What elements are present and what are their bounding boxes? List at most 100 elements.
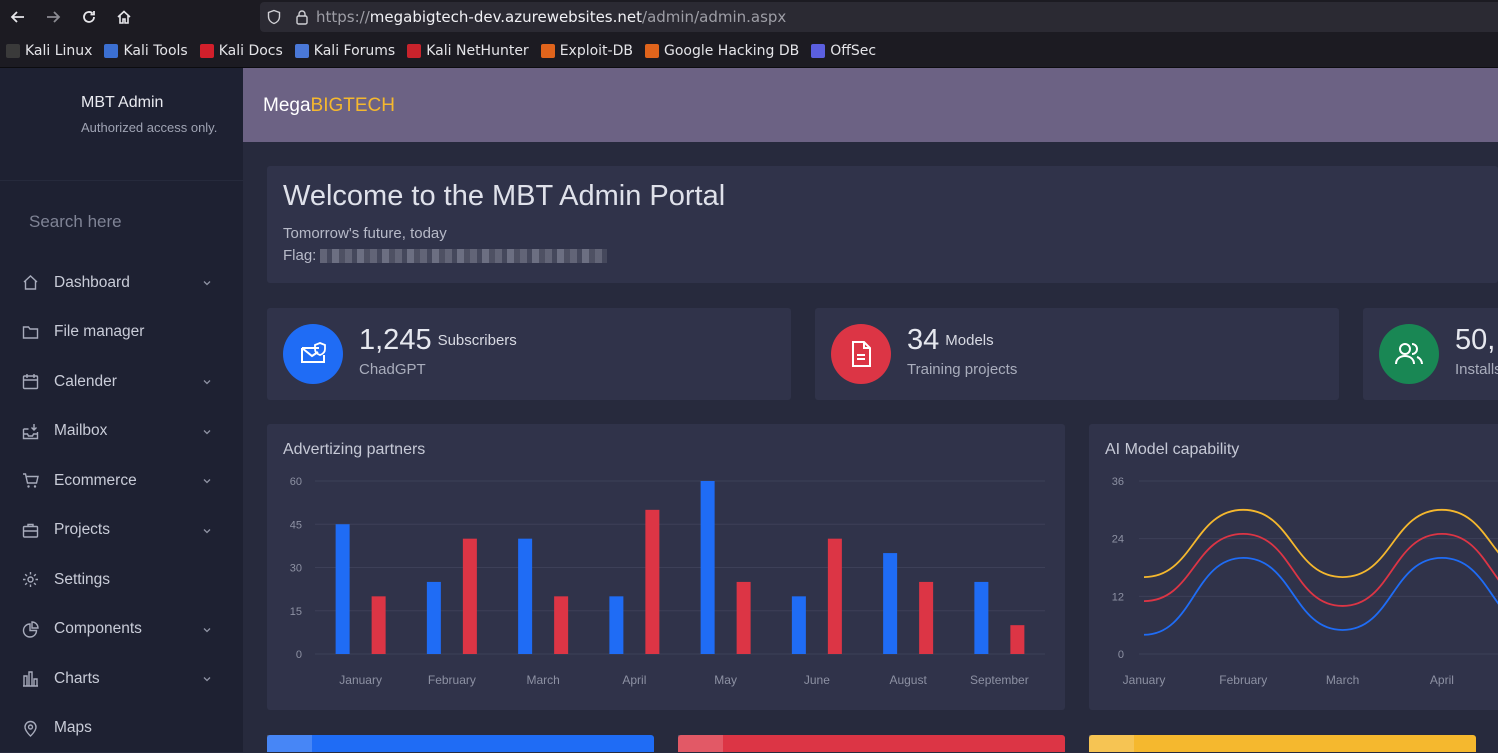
bar[interactable] <box>792 596 806 654</box>
bookmark-item[interactable]: Exploit-DB <box>541 43 633 59</box>
sidebar-item-charts[interactable]: Charts <box>0 654 243 704</box>
mailbox-icon <box>22 423 39 440</box>
y-tick-label: 45 <box>290 519 302 531</box>
bar[interactable] <box>919 582 933 654</box>
bar[interactable] <box>701 481 715 654</box>
stat-unit: Models <box>945 332 993 349</box>
bar[interactable] <box>828 539 842 654</box>
y-tick-label: 12 <box>1112 591 1124 603</box>
bar[interactable] <box>974 582 988 654</box>
stat-card-models: 34Models Training projects <box>815 308 1339 400</box>
search-input[interactable]: Search here <box>29 212 122 232</box>
page-title: Welcome to the MBT Admin Portal <box>283 180 725 213</box>
bar[interactable] <box>1010 625 1024 654</box>
brand-name: MBT Admin <box>81 94 231 112</box>
bar[interactable] <box>427 582 441 654</box>
document-icon <box>848 339 874 369</box>
bottom-card-tab <box>267 735 312 752</box>
bookmark-favicon-icon <box>295 44 309 58</box>
logo[interactable]: MegaBIGTECH <box>263 95 395 117</box>
chevron-down-icon[interactable] <box>202 427 212 437</box>
bookmark-item[interactable]: Kali Forums <box>295 43 395 59</box>
sidebar-item-mailbox[interactable]: Mailbox <box>0 407 243 457</box>
url-protocol: https:// <box>316 8 370 26</box>
bookmark-label: Exploit-DB <box>560 43 633 59</box>
bar[interactable] <box>463 539 477 654</box>
forward-button[interactable] <box>35 0 71 34</box>
bookmark-label: Kali NetHunter <box>426 43 528 59</box>
sidebar-brand: MBT Admin Authorized access only. <box>81 94 231 138</box>
sidebar-item-calender[interactable]: Calender <box>0 357 243 407</box>
stat-value: 1,245 <box>359 324 432 356</box>
line-chart: 0122436JanuaryFebruaryMarchApril <box>1089 424 1498 710</box>
arrow-right-icon <box>45 9 61 25</box>
flag-label: Flag: <box>283 247 316 264</box>
url-path: /admin/admin.aspx <box>642 8 786 26</box>
bottom-card-yellow <box>1089 735 1476 752</box>
sidebar-item-label: Dashboard <box>54 274 130 292</box>
sidebar-item-label: File manager <box>54 323 144 341</box>
back-button[interactable] <box>0 0 36 34</box>
sidebar-item-dashboard[interactable]: Dashboard <box>0 258 243 308</box>
flag-value-redacted <box>320 249 607 263</box>
bar[interactable] <box>609 596 623 654</box>
address-bar[interactable]: https://megabigtech-dev.azurewebsites.ne… <box>260 2 1498 32</box>
stat-card-subscribers: 1,245Subscribers ChadGPT <box>267 308 791 400</box>
bookmark-favicon-icon <box>407 44 421 58</box>
browser-toolbar: https://megabigtech-dev.azurewebsites.ne… <box>0 0 1498 34</box>
shield-icon[interactable] <box>260 9 288 25</box>
flag-row: Flag: <box>283 247 607 264</box>
y-tick-label: 60 <box>290 476 302 488</box>
bar[interactable] <box>554 596 568 654</box>
sidebar-item-projects[interactable]: Projects <box>0 506 243 556</box>
series-line[interactable] <box>1144 510 1498 577</box>
bar[interactable] <box>372 596 386 654</box>
bookmark-favicon-icon <box>811 44 825 58</box>
chevron-down-icon[interactable] <box>202 625 212 635</box>
series-line[interactable] <box>1144 534 1498 606</box>
sidebar-item-label: Settings <box>54 571 110 589</box>
stat-icon-circle <box>831 324 891 384</box>
sidebar-menu: Dashboard File manager CalenderMailboxEcom… <box>0 258 243 753</box>
bookmark-item[interactable]: Google Hacking DB <box>645 43 799 59</box>
bookmark-favicon-icon <box>6 44 20 58</box>
reload-button[interactable] <box>71 0 107 34</box>
bookmark-item[interactable]: OffSec <box>811 43 876 59</box>
bar[interactable] <box>883 553 897 654</box>
chevron-down-icon[interactable] <box>202 278 212 288</box>
lock-icon[interactable] <box>288 9 316 25</box>
sidebar-item-maps[interactable]: Maps <box>0 704 243 753</box>
y-tick-label: 15 <box>290 606 302 618</box>
y-tick-label: 0 <box>1118 649 1124 661</box>
y-tick-label: 0 <box>296 649 302 661</box>
sidebar-item-settings[interactable]: Settings <box>0 555 243 605</box>
bookmark-item[interactable]: Kali Docs <box>200 43 283 59</box>
x-tick-label: February <box>428 673 476 687</box>
stat-icon-circle <box>283 324 343 384</box>
folder-icon <box>22 324 39 341</box>
stat-card-installs: 50, Installs <box>1363 308 1498 400</box>
chevron-down-icon[interactable] <box>202 476 212 486</box>
sidebar-item-file-manager[interactable]: File manager <box>0 308 243 358</box>
bottom-card-blue <box>267 735 654 752</box>
logo-accent: BIGTECH <box>311 95 395 116</box>
sidebar-item-components[interactable]: Components <box>0 605 243 655</box>
sidebar-item-label: Components <box>54 620 142 638</box>
top-header: MegaBIGTECH <box>243 68 1498 142</box>
stat-value: 34 <box>907 324 939 356</box>
sidebar-item-label: Maps <box>54 719 92 737</box>
bar[interactable] <box>518 539 532 654</box>
home-button[interactable] <box>106 0 142 34</box>
bookmark-item[interactable]: Kali NetHunter <box>407 43 528 59</box>
bar[interactable] <box>737 582 751 654</box>
bottom-card-tab <box>1089 735 1134 752</box>
stat-icon-circle <box>1379 324 1439 384</box>
chevron-down-icon[interactable] <box>202 674 212 684</box>
chevron-down-icon[interactable] <box>202 377 212 387</box>
bar[interactable] <box>645 510 659 654</box>
chevron-down-icon[interactable] <box>202 526 212 536</box>
bar[interactable] <box>336 524 350 654</box>
bookmark-item[interactable]: Kali Tools <box>104 43 187 59</box>
sidebar-item-ecommerce[interactable]: Ecommerce <box>0 456 243 506</box>
bookmark-item[interactable]: Kali Linux <box>6 43 92 59</box>
